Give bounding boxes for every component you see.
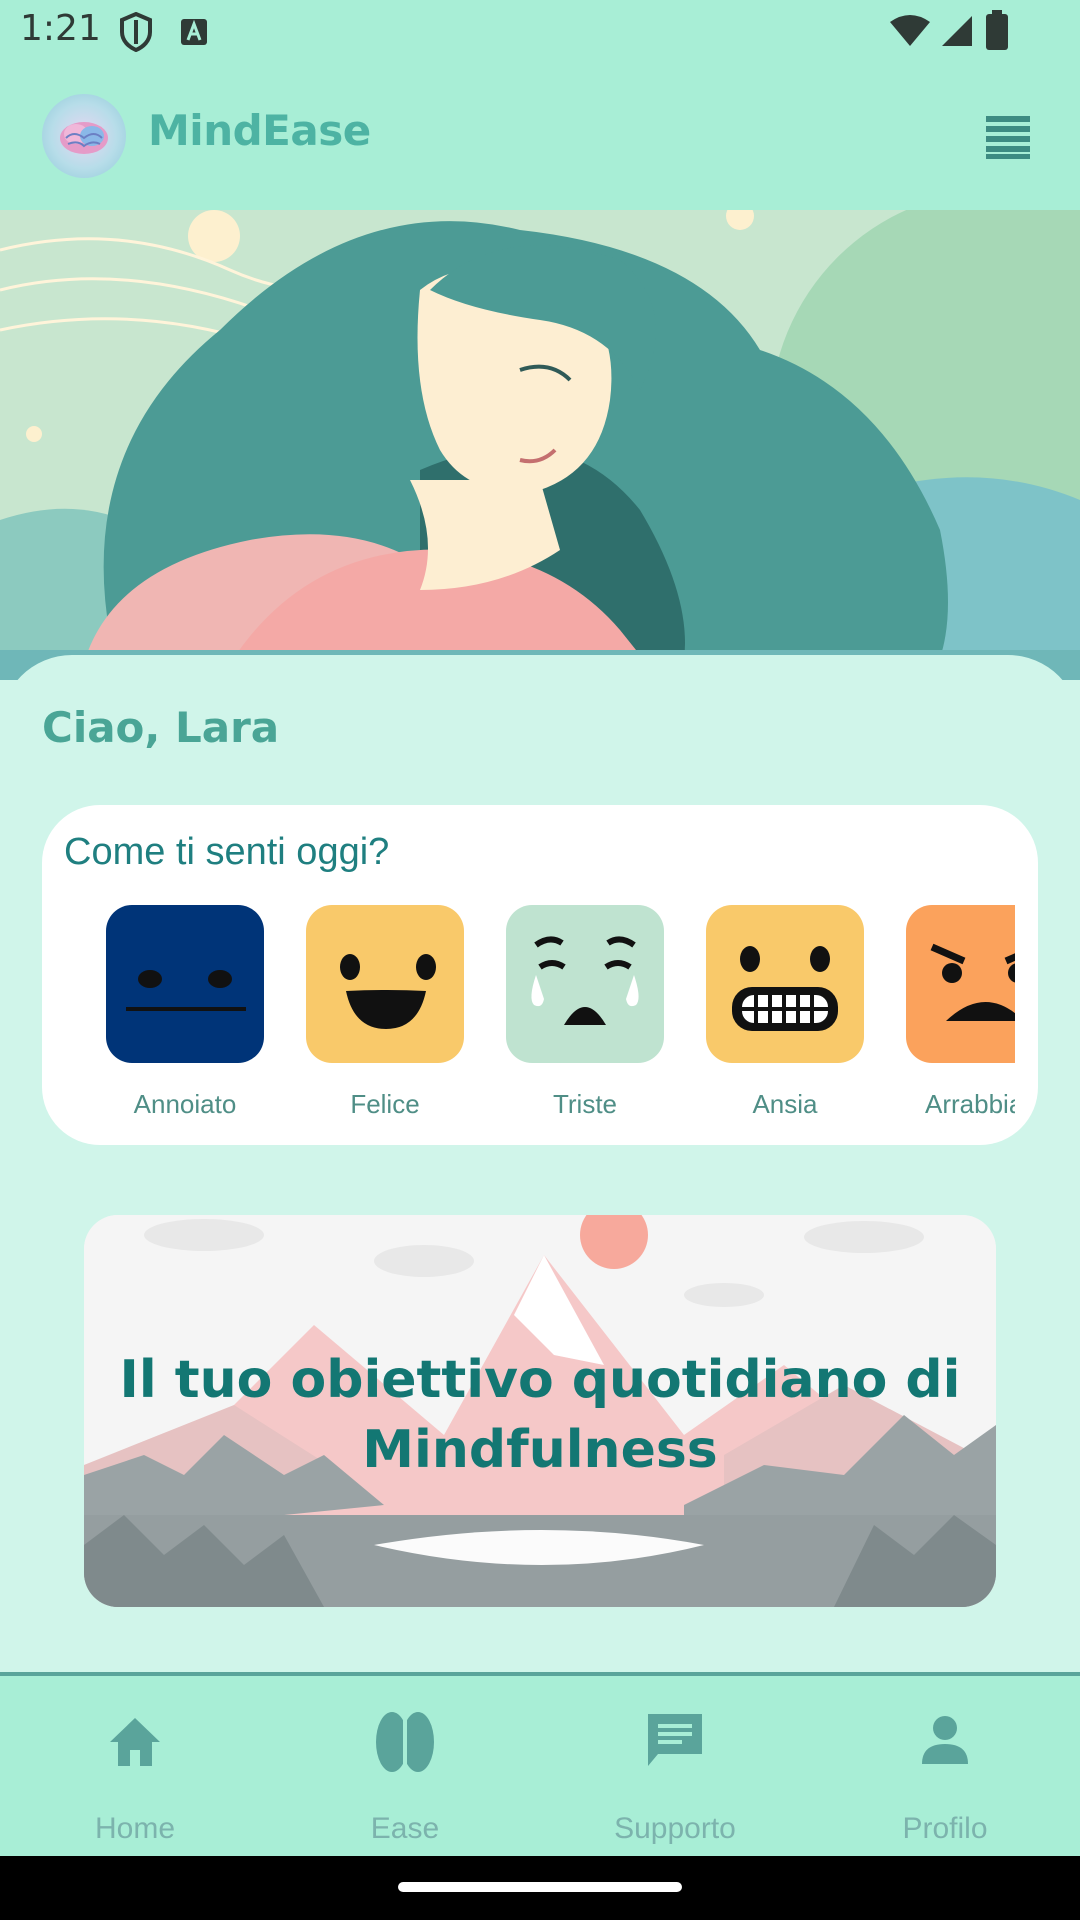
mood-item-felice[interactable]: Felice bbox=[305, 905, 465, 1120]
anxious-face-icon bbox=[706, 905, 864, 1063]
mood-label: Arrabbiato bbox=[925, 1089, 1015, 1119]
status-bar: 1:21 bbox=[0, 0, 1080, 64]
brain-icon bbox=[376, 1712, 434, 1772]
mood-title: Come ti senti oggi? bbox=[64, 831, 390, 873]
brain-logo-icon bbox=[60, 122, 108, 154]
keyboard-a-icon bbox=[181, 19, 207, 45]
bottom-navigation: Home Ease Supporto Profilo bbox=[0, 1672, 1080, 1860]
mood-row[interactable]: Annoiato Felice Triste Ansia Arrabbi bbox=[105, 905, 1015, 1125]
nav-label-home: Home bbox=[94, 1812, 176, 1845]
nav-label-profilo: Profilo bbox=[902, 1812, 988, 1845]
greeting: Ciao, Lara bbox=[42, 703, 280, 752]
mood-item-triste[interactable]: Triste bbox=[505, 905, 665, 1120]
chat-icon bbox=[648, 1714, 702, 1766]
happy-face-icon bbox=[306, 905, 464, 1063]
nav-item-ease[interactable]: Ease bbox=[270, 1676, 540, 1860]
mood-item-ansia[interactable]: Ansia bbox=[705, 905, 865, 1120]
nav-label-ease: Ease bbox=[370, 1812, 440, 1845]
home-gesture-handle[interactable] bbox=[398, 1882, 682, 1892]
angry-face-icon bbox=[906, 905, 1015, 1063]
home-icon bbox=[110, 1718, 160, 1766]
shield-icon bbox=[120, 12, 152, 52]
mood-label: Felice bbox=[350, 1089, 420, 1119]
nav-item-profilo[interactable]: Profilo bbox=[810, 1676, 1080, 1860]
signal-icon bbox=[942, 16, 972, 46]
wifi-icon bbox=[890, 15, 930, 46]
hero-illustration bbox=[0, 210, 1080, 680]
goal-title: Il tuo obiettivo quotidiano di Mindfulne… bbox=[84, 1345, 996, 1485]
content-panel: Ciao, Lara Come ti senti oggi? Annoiato bbox=[0, 655, 1080, 1675]
menu-button[interactable] bbox=[984, 114, 1032, 160]
goal-title-line1: Il tuo obiettivo quotidiano di bbox=[119, 1350, 961, 1410]
app-title: MindEase bbox=[148, 106, 371, 155]
mindfulness-goal-card[interactable]: Il tuo obiettivo quotidiano di Mindfulne… bbox=[84, 1215, 996, 1607]
nav-label-supporto: Supporto bbox=[614, 1812, 736, 1845]
status-time: 1:21 bbox=[20, 8, 101, 49]
nav-item-supporto[interactable]: Supporto bbox=[540, 1676, 810, 1860]
bored-face-icon bbox=[106, 905, 264, 1063]
app-logo bbox=[42, 94, 126, 178]
woman-illustration bbox=[0, 210, 1080, 680]
mood-item-annoiato[interactable]: Annoiato bbox=[105, 905, 265, 1120]
person-icon bbox=[922, 1716, 968, 1764]
mood-card: Come ti senti oggi? Annoiato Felice Tris… bbox=[42, 805, 1038, 1145]
menu-icon bbox=[986, 116, 1030, 159]
nav-item-home[interactable]: Home bbox=[0, 1676, 270, 1860]
mood-label: Triste bbox=[552, 1089, 618, 1119]
system-navigation-bar bbox=[0, 1856, 1080, 1920]
mood-label: Ansia bbox=[752, 1089, 818, 1119]
crying-face-icon bbox=[506, 905, 664, 1063]
app-bar: MindEase bbox=[0, 64, 1080, 210]
battery-icon bbox=[986, 10, 1008, 50]
mood-label: Annoiato bbox=[133, 1089, 237, 1119]
goal-title-line2: Mindfulness bbox=[362, 1420, 718, 1480]
mood-item-arrabbiato[interactable]: Arrabbiato bbox=[905, 905, 1015, 1120]
